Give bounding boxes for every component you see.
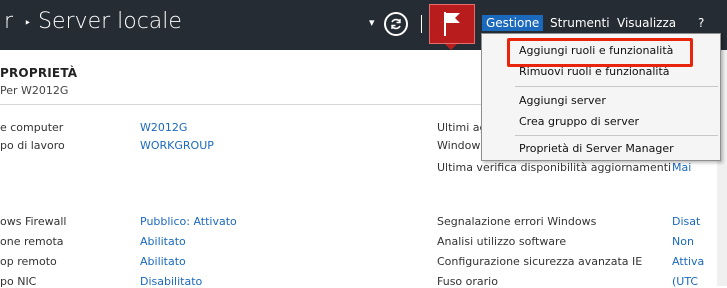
- menu-item-create-server-group[interactable]: Crea gruppo di server: [519, 115, 639, 128]
- property-label: po di lavoro: [0, 139, 65, 152]
- property-label: op remoto: [0, 255, 57, 268]
- page-title: Server locale: [38, 9, 182, 34]
- section-title: PROPRIETÀ: [0, 66, 78, 80]
- breadcrumb-separator-icon: ‣: [24, 16, 32, 30]
- property-value-link[interactable]: WORKGROUP: [140, 139, 214, 152]
- property-value-link[interactable]: (UTC: [672, 275, 698, 288]
- property-label: e computer: [0, 121, 64, 134]
- property-value-link[interactable]: Attiva: [672, 255, 704, 268]
- property-label: Configurazione sicurezza avanzata IE: [437, 255, 643, 268]
- property-value-link[interactable]: Mai: [672, 161, 691, 174]
- refresh-icon: [391, 18, 401, 30]
- property-value-link[interactable]: Abilitato: [140, 255, 186, 268]
- property-value-link[interactable]: W2012G: [140, 121, 187, 134]
- property-label: Ultimi ag: [437, 121, 487, 134]
- property-value-link[interactable]: Abilitato: [140, 235, 186, 248]
- property-label: ows Firewall: [0, 215, 67, 228]
- property-label: Window: [437, 139, 481, 152]
- refresh-button[interactable]: [384, 12, 408, 36]
- property-label: Fuso orario: [437, 275, 498, 288]
- breadcrumb-app[interactable]: r: [4, 9, 13, 34]
- menu-strumenti[interactable]: Strumenti: [550, 16, 610, 30]
- menu-visualizza[interactable]: Visualizza: [617, 16, 676, 30]
- property-value-link[interactable]: Pubblico: Attivato: [140, 215, 237, 228]
- flag-pointer: [445, 44, 457, 50]
- property-label: po NIC: [0, 275, 37, 288]
- property-label: Segnalazione errori Windows: [437, 215, 597, 228]
- menu-help[interactable]: ?: [698, 16, 704, 30]
- menu-item-server-manager-properties[interactable]: Proprietà di Server Manager: [519, 142, 674, 155]
- property-value-link[interactable]: Non: [672, 235, 694, 248]
- header-divider: [421, 15, 422, 33]
- property-label: Analisi utilizzo software: [437, 235, 567, 248]
- property-label: Ultima verifica disponibilità aggiorname…: [437, 161, 672, 174]
- property-label: one remota: [0, 235, 64, 248]
- property-value-link[interactable]: Disat: [672, 215, 700, 228]
- highlight-annotation-box: [507, 38, 693, 67]
- property-value-link[interactable]: Disabilitato: [140, 275, 202, 288]
- flag-icon: [444, 12, 460, 36]
- menu-item-add-servers[interactable]: Aggiungi server: [519, 94, 606, 107]
- section-subtitle: Per W2012G: [0, 84, 69, 97]
- chevron-down-icon[interactable]: ▾: [369, 16, 375, 29]
- menu-separator: [515, 86, 718, 87]
- menu-separator: [515, 135, 718, 136]
- menu-gestione[interactable]: Gestione: [482, 15, 544, 31]
- notifications-flag-button[interactable]: [429, 4, 475, 44]
